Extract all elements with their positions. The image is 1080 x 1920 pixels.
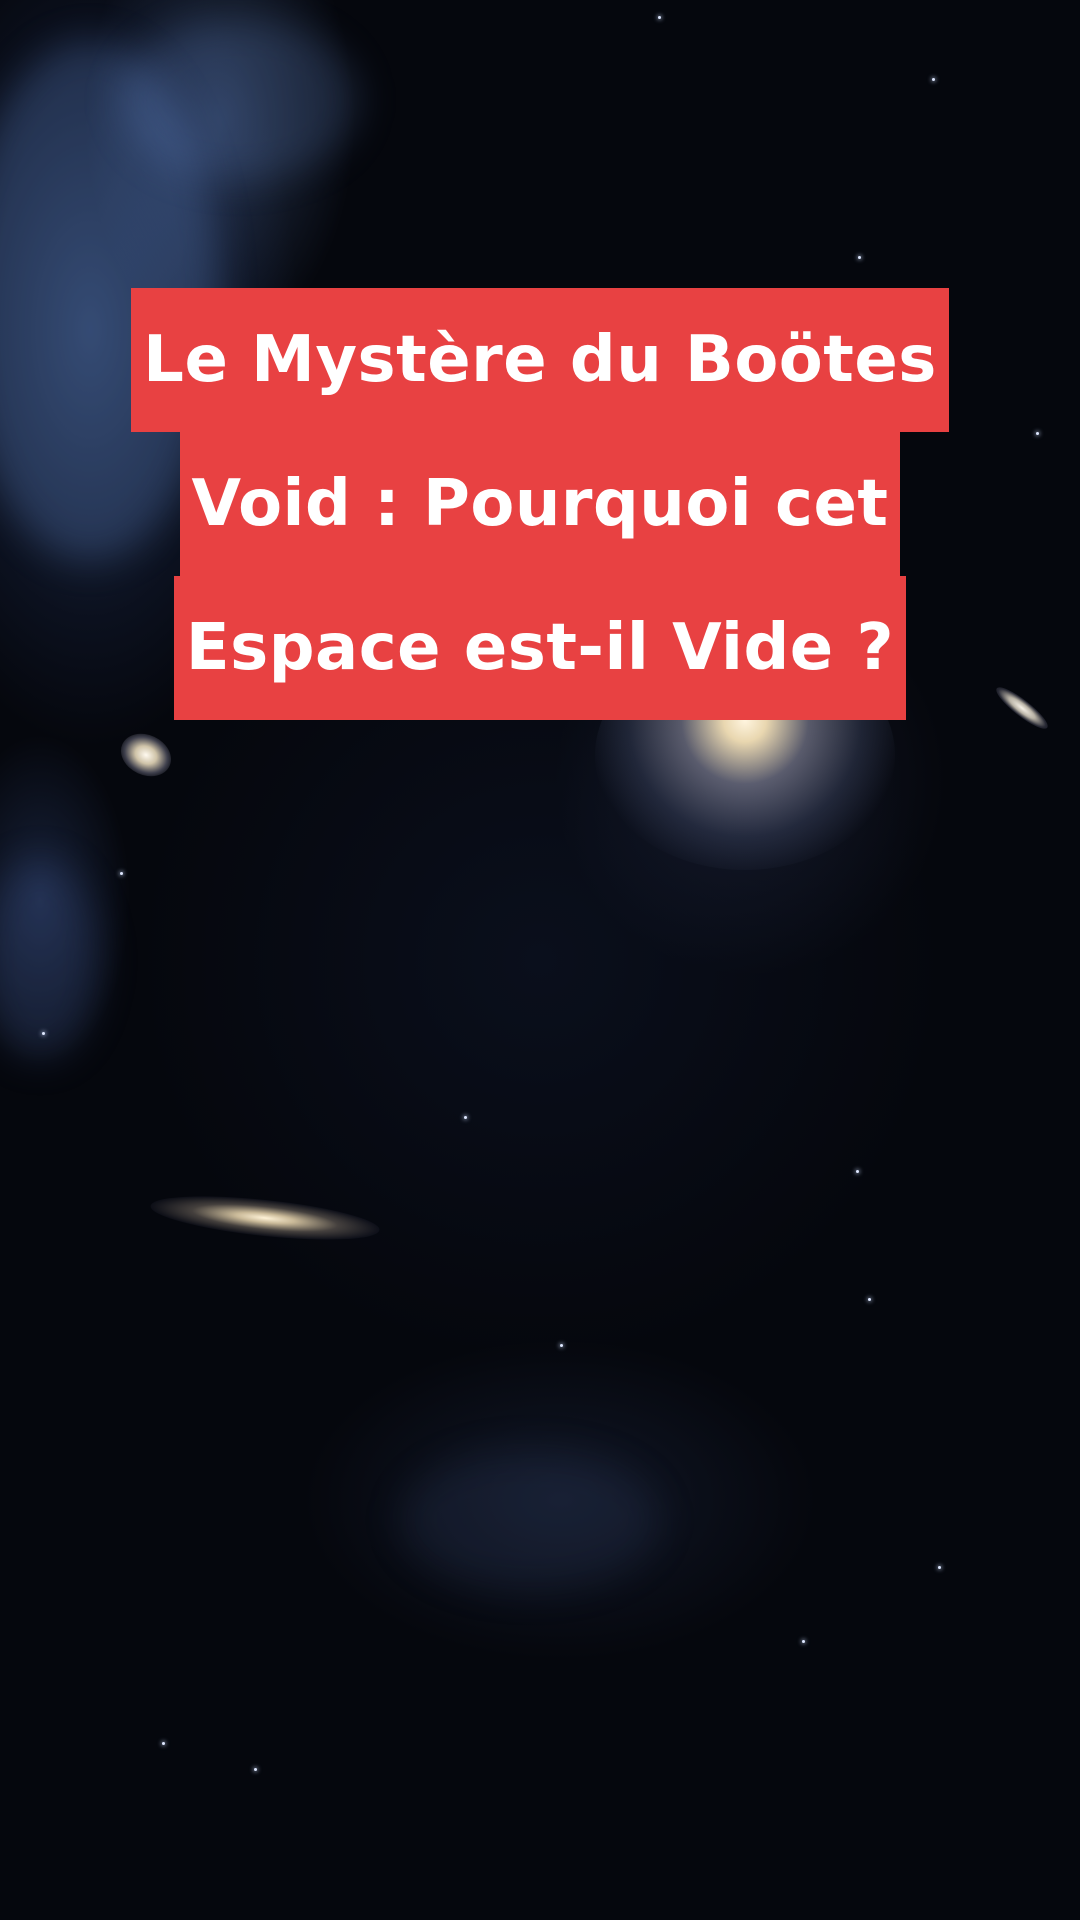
star xyxy=(802,1640,805,1643)
nebula-cloud xyxy=(0,860,100,1060)
edge-on-galaxy xyxy=(148,1188,382,1248)
space-background: Le Mystère du Boötes Void : Pourquoi cet… xyxy=(0,0,1080,1920)
star xyxy=(938,1566,941,1569)
title-caption: Le Mystère du Boötes Void : Pourquoi cet… xyxy=(0,288,1080,720)
star xyxy=(932,78,935,81)
star xyxy=(560,1344,563,1347)
star xyxy=(856,1170,859,1173)
title-line-2: Void : Pourquoi cet xyxy=(179,432,901,576)
title-line-1: Le Mystère du Boötes xyxy=(131,288,949,432)
nebula-cloud xyxy=(400,1450,660,1590)
star xyxy=(120,872,123,875)
star xyxy=(254,1768,257,1771)
nebula-cloud xyxy=(120,20,360,180)
star xyxy=(658,16,661,19)
title-line-3: Espace est-il Vide ? xyxy=(173,576,907,720)
small-galaxy xyxy=(113,725,179,785)
star xyxy=(42,1032,45,1035)
star xyxy=(162,1742,165,1745)
star xyxy=(464,1116,467,1119)
star xyxy=(858,256,861,259)
star xyxy=(868,1298,871,1301)
